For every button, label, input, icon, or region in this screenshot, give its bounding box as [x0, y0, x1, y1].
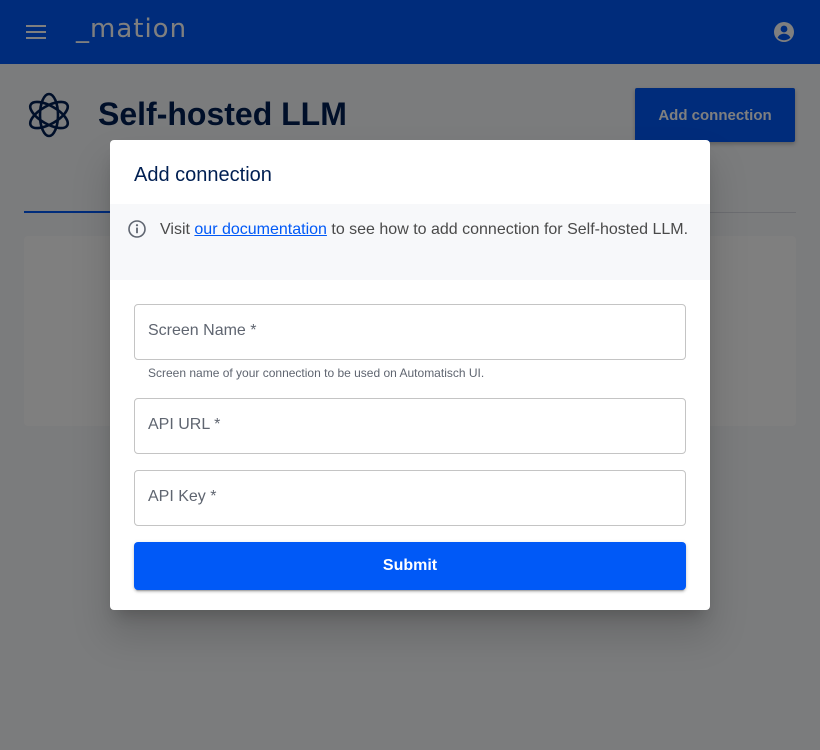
documentation-link[interactable]: our documentation [194, 221, 327, 238]
submit-button[interactable]: Submit [134, 542, 686, 590]
api-key-field[interactable]: API Key * [134, 470, 686, 526]
api-key-input[interactable] [135, 471, 685, 525]
api-url-field[interactable]: API URL * [134, 398, 686, 454]
screen-name-helper-text: Screen name of your connection to be use… [148, 366, 485, 380]
dialog-title: Add connection [134, 164, 272, 186]
api-url-input[interactable] [135, 399, 685, 453]
screen-name-input[interactable] [135, 305, 685, 359]
screen-name-field[interactable]: Screen Name * [134, 304, 686, 360]
info-text-suffix: to see how to add connection for Self-ho… [326, 221, 689, 238]
info-text: Visit our documentation to see how to ad… [160, 218, 700, 242]
add-connection-dialog: Add connection Visit our documentation t… [110, 140, 710, 610]
info-icon [128, 220, 146, 238]
info-text-prefix: Visit [160, 221, 195, 238]
info-alert: Visit our documentation to see how to ad… [110, 204, 710, 280]
